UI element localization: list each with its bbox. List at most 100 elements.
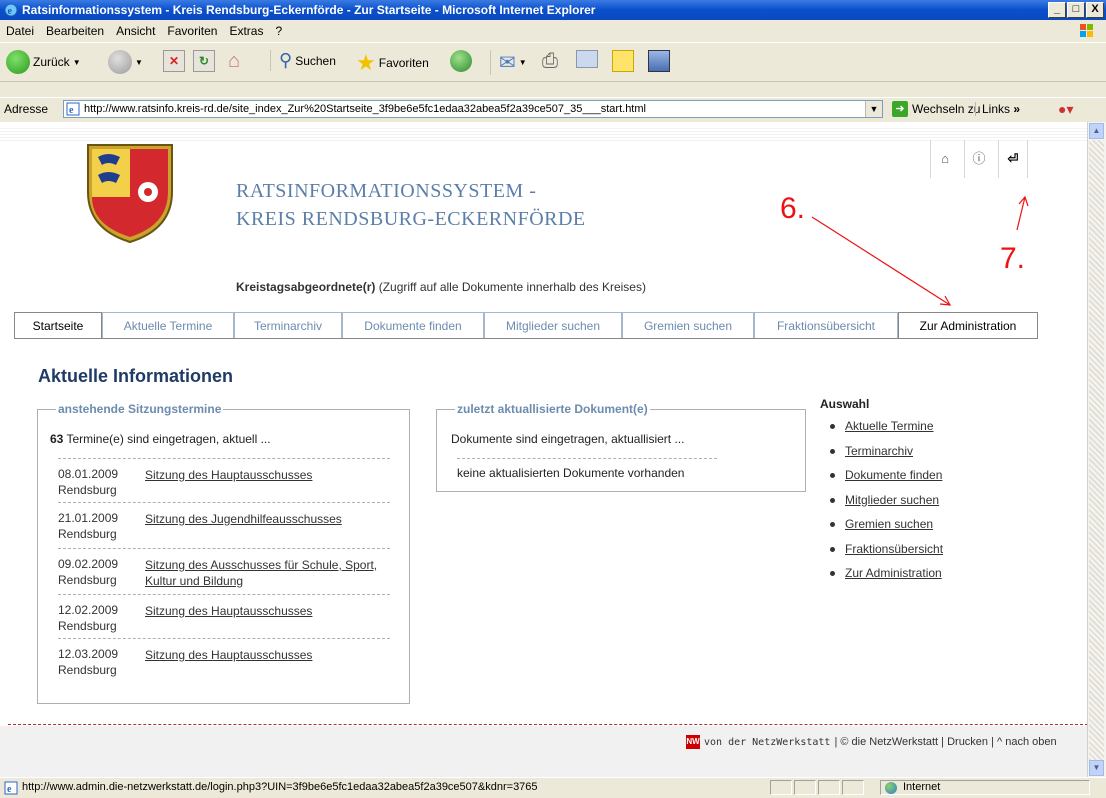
- links-button[interactable]: Links »: [975, 102, 1020, 116]
- history-button[interactable]: [450, 50, 472, 72]
- forward-button[interactable]: ▼: [108, 50, 143, 74]
- menu-favoriten[interactable]: Favoriten: [161, 20, 223, 42]
- sessions-count: 63: [50, 432, 64, 446]
- bullet-icon: [830, 473, 835, 479]
- menu-datei[interactable]: Datei: [0, 20, 40, 42]
- auswahl-link[interactable]: Dokumente finden: [845, 468, 942, 482]
- history-icon: [450, 50, 472, 72]
- menu-ansicht[interactable]: Ansicht: [110, 20, 161, 42]
- event-link[interactable]: Sitzung des Hauptausschusses: [145, 467, 385, 483]
- documents-status: Dokumente sind eingetragen, aktuallisier…: [451, 432, 685, 446]
- extension-icon[interactable]: ●▾: [1058, 101, 1073, 118]
- address-input[interactable]: e http://www.ratsinfo.kreis-rd.de/site_i…: [63, 100, 883, 118]
- list-item[interactable]: Aktuelle Termine: [830, 419, 943, 444]
- event-link[interactable]: Sitzung des Hauptausschusses: [145, 603, 385, 619]
- go-button[interactable]: ➜ Wechseln zu: [892, 101, 980, 117]
- sessions-count-line: 63 Termine(e) sind eingetragen, aktuell …: [50, 432, 271, 446]
- chevron-down-icon: ▼: [135, 57, 143, 67]
- event-link[interactable]: Sitzung des Ausschusses für Schule, Spor…: [145, 557, 385, 589]
- bullet-icon: [830, 522, 835, 528]
- event-place: Rendsburg: [58, 663, 117, 677]
- auswahl-link[interactable]: Terminarchiv: [845, 444, 913, 458]
- maximize-button[interactable]: □: [1067, 2, 1085, 18]
- window-title: Ratsinformationssystem - Kreis Rendsburg…: [22, 3, 596, 17]
- edit-icon: [576, 50, 598, 68]
- window-titlebar[interactable]: e Ratsinformationssystem - Kreis Rendsbu…: [0, 0, 1106, 20]
- chevron-down-icon[interactable]: ▼: [865, 101, 882, 117]
- zone-label: Internet: [903, 781, 941, 793]
- status-bar: e http://www.admin.die-netzwerkstatt.de/…: [0, 777, 1106, 798]
- menu-help[interactable]: ?: [269, 20, 288, 42]
- event-date: 21.01.2009: [58, 511, 119, 525]
- mail-button[interactable]: ✉ ▼: [490, 50, 527, 75]
- divider: [457, 458, 717, 459]
- scroll-up-icon[interactable]: ▲: [1089, 123, 1104, 139]
- footer-brand[interactable]: von der NetzWerkstatt: [704, 737, 830, 748]
- address-url: http://www.ratsinfo.kreis-rd.de/site_ind…: [84, 103, 646, 115]
- chevron-down-icon: ▼: [72, 57, 81, 67]
- footer-divider: [8, 724, 1088, 725]
- ie-logo-icon: e: [4, 3, 18, 17]
- list-item[interactable]: Gremien suchen: [830, 517, 943, 542]
- notes-button[interactable]: [612, 50, 634, 72]
- event-link[interactable]: Sitzung des Jugendhilfeausschusses: [145, 511, 385, 527]
- divider: [58, 594, 390, 595]
- favorites-button[interactable]: ★ Favoriten: [356, 50, 429, 76]
- close-button[interactable]: X: [1086, 2, 1104, 18]
- back-button[interactable]: Zurück ▼: [6, 50, 81, 74]
- menu-extras[interactable]: Extras: [223, 20, 269, 42]
- bullet-icon: [830, 571, 835, 577]
- list-item[interactable]: Zur Administration: [830, 566, 943, 591]
- bullet-icon: [830, 497, 835, 503]
- minimize-button[interactable]: _: [1048, 2, 1066, 18]
- address-bar: Adresse e http://www.ratsinfo.kreis-rd.d…: [0, 97, 1106, 123]
- refresh-button[interactable]: ↻: [193, 50, 215, 72]
- standard-toolbar: Zurück ▼ ▼ ✕ ↻ ⌂ ⚲ Suchen ★ Favoriten ✉ …: [0, 43, 1106, 82]
- search-button[interactable]: ⚲ Suchen: [270, 50, 336, 71]
- auswahl-link[interactable]: Mitglieder suchen: [845, 493, 939, 507]
- event-date: 12.02.2009: [58, 603, 119, 617]
- scroll-down-icon[interactable]: ▼: [1089, 760, 1104, 776]
- back-label: Zurück: [33, 55, 70, 69]
- notes-icon: [612, 50, 634, 72]
- page-icon: e: [66, 102, 80, 116]
- menu-bearbeiten[interactable]: Bearbeiten: [40, 20, 110, 42]
- status-cell: [818, 780, 840, 795]
- svg-text:e: e: [8, 6, 13, 17]
- event-date: 09.02.2009: [58, 557, 119, 571]
- footer: NW von der NetzWerkstatt | © die NetzWer…: [686, 735, 1057, 749]
- footer-links[interactable]: | © die NetzWerkstatt | Drucken | ^ nach…: [834, 736, 1056, 748]
- annotation-arrows: [811, 195, 1029, 306]
- auswahl-list: Aktuelle Termine Terminarchiv Dokumente …: [830, 419, 943, 591]
- footer-background: [0, 726, 1088, 777]
- status-url: http://www.admin.die-netzwerkstatt.de/lo…: [22, 781, 538, 793]
- list-item[interactable]: Fraktionsübersicht: [830, 542, 943, 567]
- address-label: Adresse: [4, 102, 49, 116]
- globe-icon: [885, 782, 897, 794]
- event-link[interactable]: Sitzung des Hauptausschusses: [145, 647, 385, 663]
- svg-text:e: e: [7, 784, 12, 795]
- bullet-icon: [830, 448, 835, 454]
- back-arrow-icon: [6, 50, 30, 74]
- stop-button[interactable]: ✕: [163, 50, 185, 72]
- divider: [58, 502, 390, 503]
- messenger-button[interactable]: [648, 50, 670, 72]
- divider: [58, 548, 390, 549]
- scrollbar-thumb[interactable]: [1089, 140, 1104, 760]
- list-item[interactable]: Terminarchiv: [830, 444, 943, 469]
- auswahl-link[interactable]: Fraktionsübersicht: [845, 542, 943, 556]
- print-button[interactable]: ⎙: [542, 50, 558, 73]
- auswahl-link[interactable]: Zur Administration: [845, 566, 942, 580]
- edit-button[interactable]: [576, 50, 598, 68]
- mail-icon: ✉: [499, 52, 516, 74]
- page-icon: e: [4, 781, 18, 795]
- auswahl-link[interactable]: Gremien suchen: [845, 517, 933, 531]
- list-item[interactable]: Mitglieder suchen: [830, 493, 943, 518]
- stop-icon: ✕: [163, 50, 185, 72]
- event-place: Rendsburg: [58, 573, 117, 587]
- vertical-scrollbar[interactable]: ▲ ▼: [1087, 122, 1106, 777]
- divider: [58, 458, 390, 459]
- event-place: Rendsburg: [58, 527, 117, 541]
- home-button[interactable]: ⌂: [228, 50, 240, 73]
- list-item[interactable]: Dokumente finden: [830, 468, 943, 493]
